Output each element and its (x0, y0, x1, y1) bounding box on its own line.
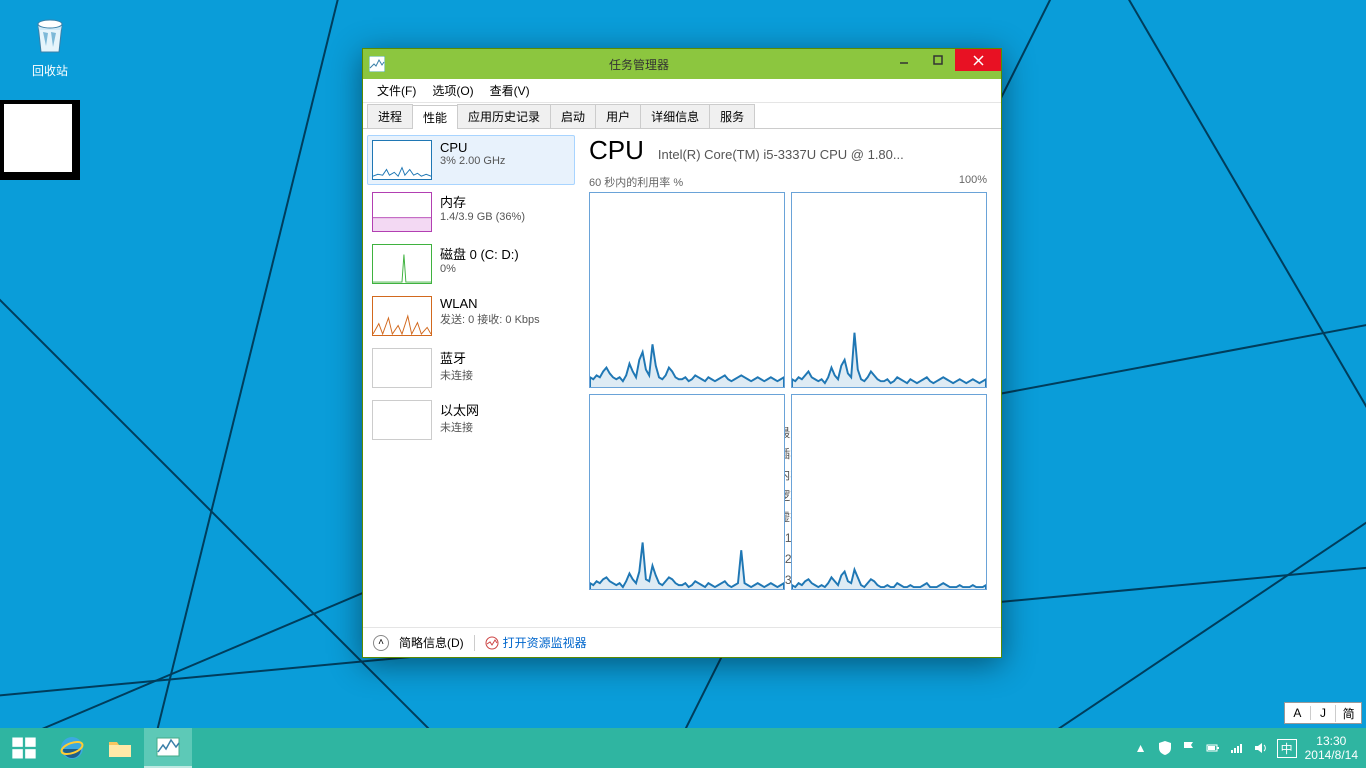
tray-power-icon[interactable] (1205, 740, 1221, 756)
tray-clock[interactable]: 13:30 2014/8/14 (1305, 734, 1358, 763)
tab-startup[interactable]: 启动 (550, 104, 596, 128)
tray-flag-icon[interactable] (1181, 740, 1197, 756)
folder-icon (106, 734, 134, 762)
tab-details[interactable]: 详细信息 (640, 104, 710, 128)
tray-time: 13:30 (1305, 734, 1358, 748)
sidebar-item-label: CPU (440, 140, 505, 155)
sidebar-item-label: WLAN (440, 296, 540, 311)
window-footer: ˄ 简略信息(D) 打开资源监视器 (363, 627, 1001, 657)
sidebar-item-sub: 未连接 (440, 367, 473, 383)
maximize-button[interactable] (921, 49, 955, 71)
sidebar-item-sub: 0% (440, 263, 519, 275)
sidebar-item-bluetooth[interactable]: 蓝牙未连接 (367, 343, 575, 393)
close-button[interactable] (955, 49, 1001, 71)
bluetooth-thumb-icon (372, 348, 432, 388)
menu-view[interactable]: 查看(V) (482, 80, 538, 101)
app-icon (369, 56, 385, 72)
tray-shield-icon[interactable] (1157, 740, 1173, 756)
ie-icon (58, 734, 86, 762)
taskbar-app-ie[interactable] (48, 728, 96, 768)
sidebar-item-disk[interactable]: 磁盘 0 (C: D:)0% (367, 239, 575, 289)
sidebar-item-sub: 未连接 (440, 419, 479, 435)
ime-mode-b[interactable]: J (1310, 706, 1336, 720)
wlan-thumb-icon (372, 296, 432, 336)
ime-mode-a[interactable]: A (1285, 706, 1310, 720)
tray-volume-icon[interactable] (1253, 740, 1269, 756)
sidebar-item-sub: 发送: 0 接收: 0 Kbps (440, 311, 540, 327)
chart-y-label: 100% (959, 174, 987, 190)
windows-logo-icon (10, 734, 38, 762)
tray-date: 2014/8/14 (1305, 748, 1358, 762)
menu-options[interactable]: 选项(O) (424, 80, 481, 101)
open-resmon-link[interactable]: 打开资源监视器 (485, 634, 587, 651)
sidebar-item-label: 以太网 (440, 400, 479, 419)
separator (474, 635, 475, 651)
task-manager-window: 任务管理器 文件(F) 选项(O) 查看(V) 进程 性能 应用历史记录 启动 … (362, 48, 1002, 658)
window-title: 任务管理器 (391, 56, 887, 73)
cpu-core-chart-3 (791, 394, 987, 590)
cpu-core-chart-1 (791, 192, 987, 388)
resmon-icon (485, 636, 499, 650)
taskbar: ▲ 中 13:30 2014/8/14 (0, 728, 1366, 768)
menu-file[interactable]: 文件(F) (369, 80, 424, 101)
desktop-icon-label: 回收站 (10, 62, 90, 79)
tray-chevron-up-icon[interactable]: ▲ (1133, 740, 1149, 756)
tab-services[interactable]: 服务 (709, 104, 755, 128)
chevron-up-icon[interactable]: ˄ (373, 635, 389, 651)
system-tray: ▲ 中 13:30 2014/8/14 (1133, 728, 1366, 768)
sidebar-item-label: 内存 (440, 192, 525, 211)
chart-x-label: 60 秒内的利用率 % (589, 174, 683, 190)
sidebar-item-cpu[interactable]: CPU3% 2.00 GHz (367, 135, 575, 185)
taskmgr-icon (154, 733, 182, 761)
sidebar-item-sub: 1.4/3.9 GB (36%) (440, 211, 525, 223)
taskbar-app-explorer[interactable] (96, 728, 144, 768)
page-title: CPU (589, 135, 644, 166)
tray-language[interactable]: 中 (1277, 739, 1297, 758)
ime-bar[interactable]: A J 简 (1284, 702, 1362, 724)
open-resmon-label: 打开资源监视器 (503, 634, 587, 651)
desktop-item-blackbox[interactable] (0, 100, 80, 180)
cpu-model: Intel(R) Core(TM) i5-3337U CPU @ 1.80... (658, 147, 904, 162)
menubar: 文件(F) 选项(O) 查看(V) (363, 79, 1001, 103)
disk-thumb-icon (372, 244, 432, 284)
titlebar[interactable]: 任务管理器 (363, 49, 1001, 79)
sidebar-item-sub: 3% 2.00 GHz (440, 155, 505, 167)
performance-sidebar: CPU3% 2.00 GHz 内存1.4/3.9 GB (36%) 磁盘 0 (… (363, 129, 579, 627)
recycle-bin-icon (26, 10, 74, 58)
cpu-core-chart-0 (589, 192, 785, 388)
tray-network-icon[interactable] (1229, 740, 1245, 756)
tab-app-history[interactable]: 应用历史记录 (457, 104, 551, 128)
brief-info-button[interactable]: 简略信息(D) (399, 634, 464, 651)
tab-processes[interactable]: 进程 (367, 104, 413, 128)
minimize-button[interactable] (887, 49, 921, 71)
start-button[interactable] (0, 728, 48, 768)
sidebar-item-wlan[interactable]: WLAN发送: 0 接收: 0 Kbps (367, 291, 575, 341)
taskbar-app-taskmgr[interactable] (144, 728, 192, 768)
ime-mode-c[interactable]: 简 (1335, 705, 1361, 722)
sidebar-item-memory[interactable]: 内存1.4/3.9 GB (36%) (367, 187, 575, 237)
sidebar-item-label: 蓝牙 (440, 348, 473, 367)
ethernet-thumb-icon (372, 400, 432, 440)
memory-thumb-icon (372, 192, 432, 232)
desktop-icon-recycle-bin[interactable]: 回收站 (10, 10, 90, 79)
performance-main: CPU Intel(R) Core(TM) i5-3337U CPU @ 1.8… (579, 129, 1001, 627)
cpu-thumb-icon (372, 140, 432, 180)
tab-users[interactable]: 用户 (595, 104, 641, 128)
cpu-core-charts (589, 192, 987, 412)
sidebar-item-ethernet[interactable]: 以太网未连接 (367, 395, 575, 445)
sidebar-item-label: 磁盘 0 (C: D:) (440, 244, 519, 263)
tab-performance[interactable]: 性能 (412, 105, 458, 129)
tabs: 进程 性能 应用历史记录 启动 用户 详细信息 服务 (363, 103, 1001, 129)
cpu-core-chart-2 (589, 394, 785, 590)
